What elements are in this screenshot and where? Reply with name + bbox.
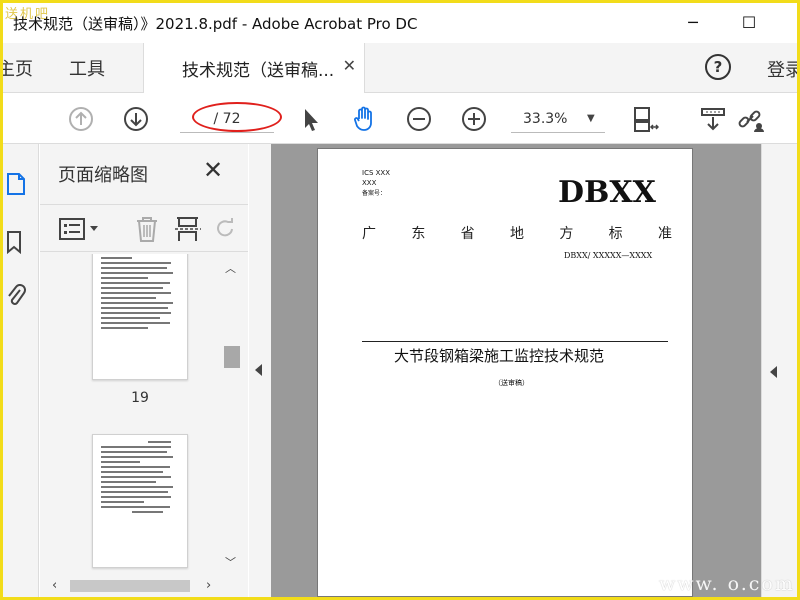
left-rail bbox=[3, 144, 39, 597]
thumbnail-list: 19 bbox=[40, 254, 248, 574]
tab-document-label: 技术规范（送审稿... bbox=[182, 61, 335, 81]
doc-title: 大节段钢箱梁施工监控技术规范 bbox=[394, 347, 605, 365]
page-display-icon[interactable] bbox=[631, 105, 659, 133]
toolbar: / 72 33.3% ▼ bbox=[3, 94, 797, 144]
hand-tool-icon[interactable] bbox=[350, 105, 378, 133]
share-link-icon[interactable] bbox=[736, 105, 764, 133]
thumbnail-pane: 页面缩略图 ✕ 19 ︿ ﹀ ‹ › bbox=[40, 144, 248, 597]
thumbnail-page-number: 19 bbox=[131, 390, 149, 406]
scroll-icon[interactable] bbox=[699, 105, 727, 133]
thumbnail-page-20[interactable] bbox=[92, 434, 188, 568]
zoom-out-icon[interactable] bbox=[405, 105, 433, 133]
hscroll-thumb[interactable] bbox=[70, 580, 190, 592]
bookmark-icon[interactable] bbox=[6, 230, 28, 254]
acrobat-window: 送机吧 技术规范（送审稿）》2021.8.pdf - Adobe Acrobat… bbox=[3, 3, 797, 597]
title-bar: 送机吧 技术规范（送审稿）》2021.8.pdf - Adobe Acrobat… bbox=[3, 3, 797, 43]
tab-bar: 主页 工具 技术规范（送审稿... ✕ ? 登录 bbox=[3, 43, 797, 93]
watermark-bottom: www. o.com bbox=[659, 573, 795, 595]
scroll-down-icon[interactable]: ﹀ bbox=[225, 554, 236, 570]
doc-xxx: XXX bbox=[362, 179, 377, 187]
collapse-left-icon[interactable] bbox=[255, 364, 262, 376]
tab-tools[interactable]: 工具 bbox=[69, 55, 105, 81]
page-thumbnails-icon[interactable] bbox=[6, 172, 28, 196]
close-icon[interactable]: ✕ bbox=[203, 156, 223, 184]
options-menu-icon[interactable] bbox=[58, 217, 102, 241]
page-down-icon[interactable] bbox=[122, 105, 150, 133]
doc-divider bbox=[362, 341, 668, 342]
doc-number: DBXX/ XXXXX—XXXX bbox=[564, 251, 653, 260]
rotate-icon[interactable] bbox=[214, 215, 238, 243]
thumbnail-vscroll[interactable]: ︿ ﹀ bbox=[222, 254, 242, 574]
attachment-icon[interactable] bbox=[6, 284, 28, 308]
pane-toolbar bbox=[40, 204, 248, 252]
doc-province: 广 东 省 地 方 标 准 bbox=[362, 226, 672, 242]
login-link[interactable]: 登录 bbox=[767, 56, 797, 82]
tab-close-icon[interactable]: ✕ bbox=[343, 56, 356, 75]
tab-document[interactable]: 技术规范（送审稿... ✕ bbox=[143, 43, 365, 93]
document-page: ICS XXX XXX 备案号： DBXX 广 东 省 地 方 标 准 DBXX… bbox=[317, 148, 693, 597]
expand-right-pane-icon[interactable] bbox=[770, 366, 777, 378]
trash-icon[interactable] bbox=[134, 215, 160, 243]
scroll-left-icon[interactable]: ‹ bbox=[52, 578, 57, 593]
page-up-icon[interactable] bbox=[67, 105, 95, 133]
document-viewport[interactable]: ICS XXX XXX 备案号： DBXX 广 东 省 地 方 标 准 DBXX… bbox=[249, 144, 797, 597]
zoom-in-icon[interactable] bbox=[460, 105, 488, 133]
pane-title: 页面缩略图 bbox=[58, 165, 148, 186]
select-arrow-icon[interactable] bbox=[297, 105, 325, 133]
zoom-value: 33.3% bbox=[523, 111, 568, 127]
thumbnail-hscroll[interactable]: ‹ › bbox=[40, 576, 222, 596]
chevron-down-icon: ▼ bbox=[587, 113, 595, 124]
help-icon[interactable]: ? bbox=[705, 54, 731, 80]
minimize-button[interactable]: ─ bbox=[681, 11, 705, 35]
right-collapse-strip[interactable] bbox=[761, 144, 797, 597]
left-collapse-strip[interactable] bbox=[249, 144, 271, 597]
doc-code: DBXX bbox=[558, 175, 656, 210]
annotation-oval bbox=[192, 102, 282, 132]
thumbnail-page-19[interactable] bbox=[92, 254, 188, 380]
insert-page-icon[interactable] bbox=[174, 215, 202, 243]
doc-record: 备案号： bbox=[362, 190, 387, 197]
zoom-select[interactable]: 33.3% ▼ bbox=[511, 105, 605, 133]
window-title: 技术规范（送审稿）》2021.8.pdf - Adobe Acrobat Pro… bbox=[13, 15, 418, 33]
scroll-up-icon[interactable]: ︿ bbox=[225, 260, 236, 276]
doc-status: （送审稿） bbox=[494, 379, 529, 387]
doc-ics: ICS XXX bbox=[362, 169, 391, 177]
scroll-thumb[interactable] bbox=[224, 346, 240, 368]
maximize-button[interactable]: ☐ bbox=[737, 11, 761, 35]
tab-home[interactable]: 主页 bbox=[3, 55, 33, 81]
scroll-right-icon[interactable]: › bbox=[206, 578, 211, 593]
